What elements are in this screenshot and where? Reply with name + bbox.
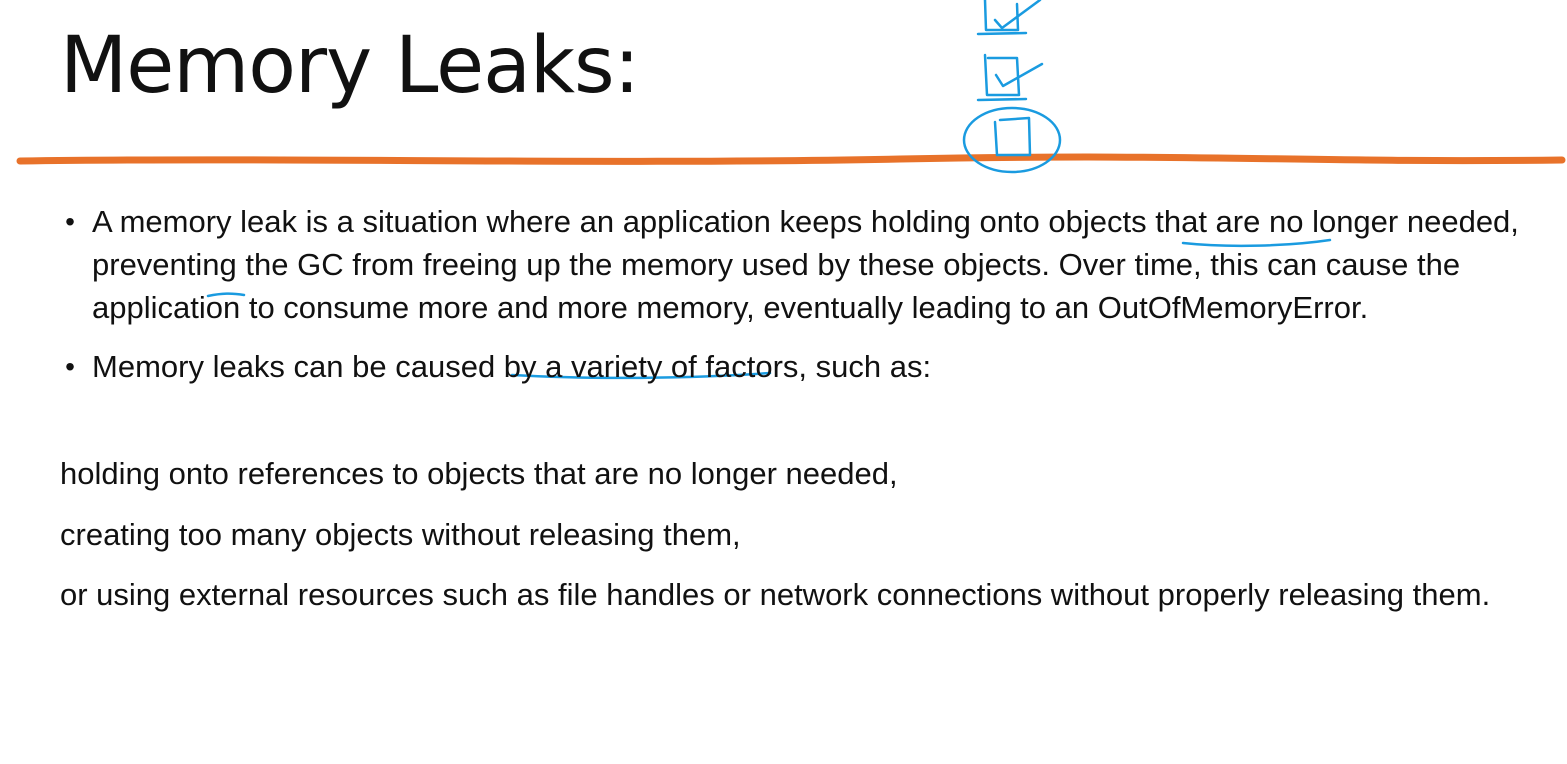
- divider-line: [16, 153, 1566, 165]
- stack-frame-top-check: [993, 0, 1042, 30]
- stack-frame-bottom: [993, 116, 1032, 157]
- bullet-definition: • A memory leak is a situation where an …: [60, 200, 1530, 329]
- bullet-text: Memory leaks can be caused by a variety …: [92, 349, 932, 384]
- stack-frame-middle-check: [994, 62, 1044, 88]
- stack-frame-middle-cap: [976, 97, 1028, 102]
- slide-title: Memory Leaks:: [60, 21, 640, 111]
- slide: Memory Leaks: • A memory leak is a situa…: [0, 0, 1567, 764]
- bullet-marker: •: [65, 206, 75, 237]
- bullet-causes: • Memory leaks can be caused by a variet…: [60, 345, 1530, 388]
- stack-sketch: [962, 0, 1062, 174]
- cause-external-resources: or using external resources such as file…: [60, 577, 1491, 612]
- bullet-list: • A memory leak is a situation where an …: [60, 200, 1530, 388]
- bullet-text: A memory leak is a situation where an ap…: [92, 204, 1519, 325]
- bullet-marker: •: [65, 351, 75, 382]
- stack-frame-middle: [983, 53, 1021, 97]
- stack-frame-top-cap: [976, 31, 1028, 36]
- cause-too-many-objects: creating too many objects without releas…: [60, 517, 741, 552]
- stack-frame-top: [983, 0, 1020, 32]
- stack-frame-bottom-circle: [962, 106, 1062, 174]
- cause-references: holding onto references to objects that …: [60, 456, 898, 491]
